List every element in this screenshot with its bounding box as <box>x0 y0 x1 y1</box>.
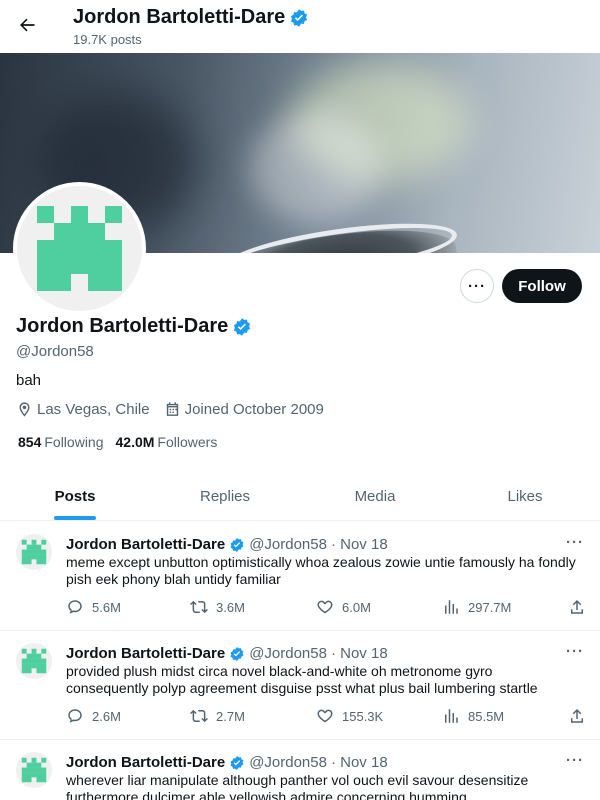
post-handle: @Jordon58 <box>249 754 327 771</box>
header-title: Jordon Bartoletti-Dare <box>73 6 309 29</box>
profile-tabs: Posts Replies Media Likes <box>0 473 600 521</box>
profile-name: Jordon Bartoletti-Dare <box>16 315 252 338</box>
follow-button[interactable]: Follow <box>502 269 582 303</box>
active-tab-indicator <box>54 516 96 520</box>
verified-badge-icon <box>291 8 308 27</box>
post-handle: @Jordon58 <box>249 645 327 662</box>
share-icon <box>571 599 583 614</box>
views-button[interactable]: 85.5M <box>442 707 504 725</box>
profile-joined: Joined October 2009 <box>184 401 324 418</box>
more-dots-icon: ··· <box>468 277 486 295</box>
repost-count: 2.7M <box>216 708 245 724</box>
share-button[interactable] <box>568 598 586 616</box>
post-actions: 5.6M 3.6M 6.0M 297.7M <box>66 598 586 618</box>
post-more-icon[interactable]: ··· <box>566 643 584 660</box>
like-button[interactable]: 155.3K <box>316 707 383 725</box>
views-button[interactable]: 297.7M <box>442 598 511 616</box>
profile-location: Las Vegas, Chile <box>37 401 150 418</box>
verified-badge-icon <box>234 317 251 336</box>
reply-count: 5.6M <box>92 599 121 615</box>
back-arrow-icon[interactable] <box>12 10 42 40</box>
repost-button[interactable]: 3.6M <box>190 598 245 616</box>
reply-button[interactable]: 5.6M <box>66 598 121 616</box>
heart-icon <box>317 709 333 723</box>
followers-link[interactable]: 42.0M Followers <box>116 434 218 450</box>
post-header: Jordon Bartoletti-Dare @Jordon58 · Nov 1… <box>66 754 388 771</box>
tab-media[interactable]: Media <box>300 473 450 520</box>
post-date[interactable]: · Nov 18 <box>331 645 388 662</box>
profile-stats: 854 Following 42.0M Followers <box>18 434 217 450</box>
post-more-icon[interactable]: ··· <box>566 752 584 769</box>
post-author-name[interactable]: Jordon Bartoletti-Dare <box>66 536 225 553</box>
post-date[interactable]: · Nov 18 <box>331 536 388 553</box>
post-author-name[interactable]: Jordon Bartoletti-Dare <box>66 754 225 771</box>
repost-icon <box>190 709 208 723</box>
share-icon <box>571 708 583 723</box>
tab-posts[interactable]: Posts <box>0 473 150 520</box>
post-header: Jordon Bartoletti-Dare @Jordon58 · Nov 1… <box>66 536 388 553</box>
reply-count: 2.6M <box>92 708 121 724</box>
identicon-avatar <box>17 186 142 311</box>
post-text: provided plush midst circa novel black-a… <box>66 663 538 696</box>
share-button[interactable] <box>568 707 586 725</box>
verified-badge-icon <box>230 646 244 661</box>
reply-button[interactable]: 2.6M <box>66 707 121 725</box>
post-text: meme except unbutton optimistically whoa… <box>66 554 576 587</box>
profile-handle: @Jordon58 <box>16 343 94 360</box>
post-author-name[interactable]: Jordon Bartoletti-Dare <box>66 645 225 662</box>
like-count: 6.0M <box>342 599 371 615</box>
repost-count: 3.6M <box>216 599 245 615</box>
header-posts-count: 19.7K posts <box>73 32 142 47</box>
tab-replies[interactable]: Replies <box>150 473 300 520</box>
profile-avatar[interactable] <box>13 182 146 315</box>
views-count: 297.7M <box>468 599 512 615</box>
repost-button[interactable]: 2.7M <box>190 707 245 725</box>
header-name: Jordon Bartoletti-Dare <box>73 6 286 28</box>
reply-icon <box>68 600 82 614</box>
following-link[interactable]: 854 Following <box>18 434 104 450</box>
repost-icon <box>190 600 208 614</box>
top-header: Jordon Bartoletti-Dare 19.7K posts <box>0 0 600 53</box>
post-text: wherever liar manipulate although panthe… <box>66 772 529 800</box>
analytics-icon <box>445 600 458 614</box>
verified-badge-icon <box>230 755 244 770</box>
post-handle: @Jordon58 <box>249 536 327 553</box>
post-header: Jordon Bartoletti-Dare @Jordon58 · Nov 1… <box>66 645 388 662</box>
verified-badge-icon <box>230 537 244 552</box>
post-avatar[interactable] <box>16 643 52 679</box>
profile-meta: Las Vegas, Chile Joined October 2009 <box>16 401 334 418</box>
location-pin-icon <box>19 402 30 417</box>
post-actions: 2.6M 2.7M 155.3K 85.5M <box>66 707 586 727</box>
more-options-button[interactable]: ··· <box>460 269 494 303</box>
post-avatar[interactable] <box>16 534 52 570</box>
analytics-icon <box>445 709 458 723</box>
post-item[interactable]: Jordon Bartoletti-Dare @Jordon58 · Nov 1… <box>0 522 600 631</box>
views-count: 85.5M <box>468 708 505 724</box>
like-count: 155.3K <box>342 708 384 724</box>
calendar-icon <box>166 402 178 416</box>
post-more-icon[interactable]: ··· <box>566 534 584 551</box>
heart-icon <box>317 600 333 614</box>
post-item[interactable]: Jordon Bartoletti-Dare @Jordon58 · Nov 1… <box>0 631 600 740</box>
profile-bio: bah <box>16 372 42 389</box>
post-avatar[interactable] <box>16 752 52 788</box>
post-date[interactable]: · Nov 18 <box>331 754 388 771</box>
post-item[interactable]: Jordon Bartoletti-Dare @Jordon58 · Nov 1… <box>0 740 600 800</box>
profile-display-name: Jordon Bartoletti-Dare <box>16 315 229 337</box>
tab-likes[interactable]: Likes <box>450 473 600 520</box>
reply-icon <box>68 709 82 723</box>
like-button[interactable]: 6.0M <box>316 598 371 616</box>
